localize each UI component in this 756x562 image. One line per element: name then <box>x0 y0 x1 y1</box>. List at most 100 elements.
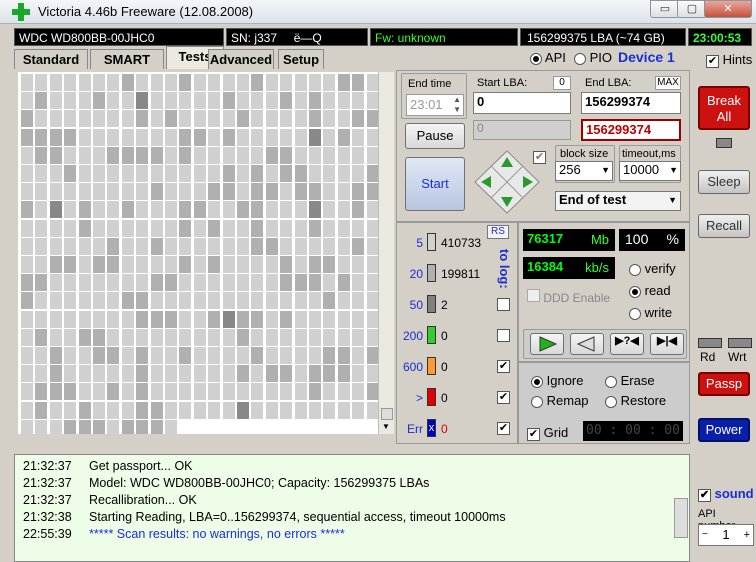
grid-cell <box>78 292 91 310</box>
grid-checkbox[interactable]: ✔ <box>527 428 540 441</box>
direction-pad[interactable] <box>473 149 541 215</box>
ignore-option[interactable]: Ignore <box>531 373 584 388</box>
sound-checkbox[interactable]: ✔ <box>698 489 711 502</box>
grid-cell <box>237 328 249 346</box>
api-number-field[interactable]: −1 + <box>698 524 754 546</box>
scroll-down-icon[interactable]: ▼ <box>382 422 390 431</box>
break-all-button[interactable]: Break All <box>698 86 750 130</box>
remap-option[interactable]: Remap <box>531 393 589 408</box>
pause-button[interactable]: Pause <box>405 123 465 149</box>
log-checkbox[interactable] <box>497 298 510 311</box>
end-icon: ▶|◀ <box>657 335 677 347</box>
pio-mode[interactable]: PIO <box>574 50 612 65</box>
skip-icon: ▶?◀ <box>615 335 639 347</box>
grid-cell <box>121 110 134 128</box>
log-checkbox[interactable]: ✔ <box>497 422 510 435</box>
remap-radio[interactable] <box>531 395 543 408</box>
rs-button[interactable]: RS <box>487 225 509 239</box>
grid-cell <box>150 74 163 91</box>
restore-option[interactable]: Restore <box>605 393 666 408</box>
decrement-icon[interactable]: − <box>702 525 708 545</box>
end-button[interactable]: ▶|◀ <box>650 333 684 355</box>
grid-cell <box>107 347 120 364</box>
pio-radio[interactable] <box>574 52 586 65</box>
tab-standard[interactable]: Standard <box>14 49 88 69</box>
grid-cell <box>251 310 264 328</box>
play-button[interactable] <box>530 333 564 355</box>
grid-cell <box>280 401 293 419</box>
grid-cell <box>222 219 235 237</box>
block-size-select[interactable]: 256 ▼ <box>555 161 613 181</box>
ddd-enable[interactable]: DDD Enable <box>527 289 610 305</box>
hints-checkbox[interactable]: ✔ Hints <box>706 52 752 68</box>
passp-button[interactable]: Passp <box>698 372 750 396</box>
grid-cell <box>49 365 62 383</box>
erase-option[interactable]: Erase <box>605 373 655 388</box>
start-lba-field[interactable]: 0 <box>473 92 571 114</box>
write-option[interactable]: write <box>629 305 672 320</box>
log-scroll-thumb[interactable] <box>674 498 688 538</box>
grid-toggle[interactable]: ✔ Grid <box>527 425 568 441</box>
verify-radio[interactable] <box>629 263 641 276</box>
spin-down-icon[interactable]: ▼ <box>453 105 461 114</box>
restore-radio[interactable] <box>605 395 617 408</box>
grid-cell <box>107 92 120 110</box>
grid-cell <box>237 92 249 110</box>
grid-cell <box>64 274 77 292</box>
rewind-button[interactable] <box>570 333 604 355</box>
grid-cell <box>294 165 307 182</box>
spin-up-icon[interactable]: ▲ <box>453 95 461 104</box>
log-checkbox[interactable]: ✔ <box>497 360 510 373</box>
erase-radio[interactable] <box>605 375 617 388</box>
grid-cell <box>222 183 235 201</box>
close-button[interactable]: ✕ <box>704 0 752 18</box>
timeout-select[interactable]: 10000 ▼ <box>619 161 681 181</box>
tab-setup[interactable]: Setup <box>278 49 324 69</box>
recall-button[interactable]: Recall <box>698 214 750 238</box>
max-button[interactable]: MAX <box>655 76 681 90</box>
power-button[interactable]: Power <box>698 418 750 442</box>
ignore-radio[interactable] <box>531 375 543 388</box>
read-option[interactable]: read <box>629 283 671 298</box>
grid-cell <box>323 365 336 383</box>
start-button[interactable]: Start <box>405 157 465 211</box>
verify-option[interactable]: verify <box>629 261 676 276</box>
ddd-checkbox[interactable] <box>527 289 540 302</box>
write-radio[interactable] <box>629 307 641 320</box>
grid-scrollbar[interactable]: ▼ <box>378 72 394 434</box>
start-lba-small[interactable]: 0 <box>553 76 571 90</box>
grid-cell <box>193 401 206 419</box>
end-lba-field[interactable]: 156299374 <box>581 92 681 114</box>
sound-toggle[interactable]: ✔ sound <box>698 486 754 502</box>
grid-cell <box>165 328 177 346</box>
minimize-button[interactable]: ▭ <box>650 0 680 18</box>
grid-cell <box>265 237 278 255</box>
grid-cell <box>150 365 163 383</box>
increment-icon[interactable]: + <box>744 525 750 545</box>
tab-advanced[interactable]: Advanced <box>208 49 274 69</box>
skip-button[interactable]: ▶?◀ <box>610 333 644 355</box>
grid-cell <box>337 201 350 219</box>
end-of-test-select[interactable]: End of test ▼ <box>555 191 681 211</box>
lock-checkbox[interactable]: ✔ <box>533 151 546 164</box>
scroll-thumb[interactable] <box>381 408 393 420</box>
tab-smart[interactable]: SMART <box>90 49 164 69</box>
hints-check[interactable]: ✔ <box>706 55 719 68</box>
maximize-button[interactable]: ▢ <box>677 0 707 18</box>
grid-cell <box>64 92 77 110</box>
read-radio[interactable] <box>629 285 641 298</box>
chevron-down-icon: ▼ <box>669 165 678 175</box>
log-checkbox[interactable] <box>497 329 510 342</box>
api-mode[interactable]: API <box>530 50 566 65</box>
grid-cell <box>136 74 149 91</box>
grid-cell <box>78 383 91 401</box>
grid-cell <box>251 201 264 219</box>
current-lba-field: 0 <box>473 120 571 140</box>
log-checkbox[interactable]: ✔ <box>497 391 510 404</box>
grid-cell <box>193 383 206 401</box>
api-radio[interactable] <box>530 52 542 65</box>
grid-cell <box>136 146 149 164</box>
sleep-button[interactable]: Sleep <box>698 170 750 194</box>
grid-cell <box>21 237 33 255</box>
end-time-field[interactable]: 23:01 ▲ ▼ <box>406 94 464 116</box>
